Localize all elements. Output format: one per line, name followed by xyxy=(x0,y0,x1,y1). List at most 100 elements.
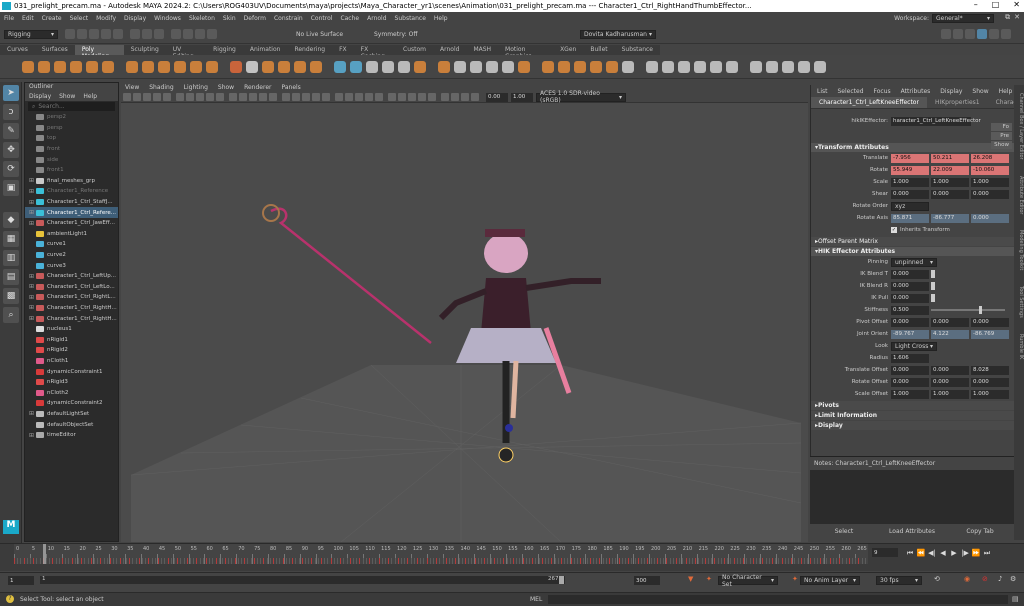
outliner-item[interactable]: ⊞ Character1_Ctrl_LeftLo... xyxy=(25,282,118,293)
menu-help[interactable]: Help xyxy=(434,15,448,22)
shelf-tab-fx[interactable]: FX xyxy=(332,45,354,55)
attr-menu-focus[interactable]: Focus xyxy=(874,88,891,95)
anim-layer-icon[interactable]: ✦ xyxy=(792,575,798,583)
command-input[interactable] xyxy=(548,595,1008,604)
live-surface[interactable]: No Live Surface xyxy=(296,31,343,38)
viewport-tool-icon[interactable] xyxy=(206,93,214,101)
viewport-panel[interactable]: View Shading Lighting Show Renderer Panels 0.… xyxy=(121,82,808,542)
rotate-field-y[interactable]: 22.009 xyxy=(931,165,969,175)
time-slider-ticks[interactable]: 0 5 10 15 20 25 30 35 40 45 50 55 60 65 70 75 80 85 90 95 10… xyxy=(14,544,868,564)
viewport-tool-icon[interactable] xyxy=(239,93,247,101)
shelf-tool-icon[interactable] xyxy=(246,60,258,73)
shelf-tab-xgen[interactable]: XGen xyxy=(553,45,583,55)
menu-skin[interactable]: Skin xyxy=(223,15,236,22)
shelf-tool-icon[interactable] xyxy=(206,60,218,73)
shelf-tool-icon[interactable] xyxy=(502,60,514,73)
ik-pull-slider[interactable] xyxy=(931,294,935,302)
playhead[interactable] xyxy=(43,544,46,564)
rotate-field-z[interactable]: -10.060 xyxy=(971,165,1009,175)
limit-information-section-header[interactable]: ▸ Limit Information xyxy=(811,411,1014,420)
attr-menu-help[interactable]: Help xyxy=(999,88,1013,95)
step-forward-icon[interactable]: |▶ xyxy=(961,549,969,557)
load-attributes-button[interactable]: Load Attributes xyxy=(878,524,946,540)
shelf-tool-icon[interactable] xyxy=(694,60,706,73)
snap-grid-icon[interactable] xyxy=(171,29,181,39)
shelf-tool-icon[interactable] xyxy=(518,60,530,73)
viewport-tool-icon[interactable] xyxy=(451,93,459,101)
shelf-tool-icon[interactable] xyxy=(414,60,426,73)
outliner-item[interactable]: curve2 xyxy=(25,250,118,261)
save-scene-icon[interactable] xyxy=(89,29,99,39)
shelf-tab-uv-editing[interactable]: UV Editing xyxy=(166,45,206,60)
outliner-layout-icon[interactable]: ▤ xyxy=(3,269,19,285)
shelf-tab-custom[interactable]: Custom xyxy=(396,45,433,55)
rotate-axis-field-y[interactable]: -86.777 xyxy=(931,213,969,223)
menu-display[interactable]: Display xyxy=(124,15,146,22)
attr-side-button-fo[interactable]: Fo xyxy=(991,123,1012,131)
ik-blend-r-field[interactable]: 0.000 xyxy=(891,281,929,291)
shelf-tab-animation[interactable]: Animation xyxy=(243,45,288,55)
cache-icon[interactable]: ◉ xyxy=(964,575,970,583)
display-section-header[interactable]: ▸ Display xyxy=(811,421,1014,430)
shelf-tool-icon[interactable] xyxy=(558,60,570,73)
menu-create[interactable]: Create xyxy=(42,15,62,22)
shelf-tool-icon[interactable] xyxy=(174,60,186,73)
two-panel-layout-icon[interactable]: ▥ xyxy=(3,250,19,266)
expand-icon[interactable]: ⊞ xyxy=(29,294,36,301)
menu-edit[interactable]: Edit xyxy=(22,15,34,22)
four-view-layout-icon[interactable]: ▦ xyxy=(3,231,19,247)
viewport-tool-icon[interactable] xyxy=(355,93,363,101)
copy-tab-button[interactable]: Copy Tab xyxy=(946,524,1014,540)
minimize-icon[interactable]: – xyxy=(974,0,978,9)
viewport-tool-icon[interactable] xyxy=(229,93,237,101)
look-combo[interactable]: Light Cross ▾ xyxy=(891,341,937,351)
radius-field[interactable]: 1.606 xyxy=(891,353,929,363)
gamma-field[interactable]: 1.00 xyxy=(511,92,533,102)
rotate-offset-field-x[interactable]: 0.000 xyxy=(891,377,929,387)
exposure-field[interactable]: 0.00 xyxy=(486,92,508,102)
shelf-tool-icon[interactable] xyxy=(262,60,274,73)
outliner-item[interactable]: curve1 xyxy=(25,239,118,250)
joint-orient-field-x[interactable]: -89.767 xyxy=(891,329,929,339)
step-forward-key-icon[interactable]: ⏩ xyxy=(972,549,981,557)
snap-curve-icon[interactable] xyxy=(183,29,193,39)
viewport-tool-icon[interactable] xyxy=(335,93,343,101)
user-account[interactable]: Dovita Kadharusman ▾ xyxy=(580,30,656,39)
viewport-menu-lighting[interactable]: Lighting xyxy=(184,84,208,91)
shelf-tab-substance[interactable]: Substance xyxy=(615,45,660,55)
attr-menu-display[interactable]: Display xyxy=(940,88,962,95)
shelf-tool-icon[interactable] xyxy=(158,60,170,73)
menu-deform[interactable]: Deform xyxy=(244,15,266,22)
colorspace-combo[interactable]: ACES 1.0 SDR-video (sRGB) ▾ xyxy=(536,90,626,104)
expand-icon[interactable]: ⊞ xyxy=(29,410,36,417)
outliner-item[interactable]: nRigid3 xyxy=(25,377,118,388)
side-tab-attribute-editor[interactable]: Attribute Editor xyxy=(1014,176,1024,214)
select-component-icon[interactable] xyxy=(154,29,164,39)
outliner-item[interactable]: dynamicConstraint1 xyxy=(25,366,118,377)
shelf-tool-icon[interactable] xyxy=(814,60,826,73)
outliner-item[interactable]: nCloth1 xyxy=(25,356,118,367)
pivot-offset-field-y[interactable]: 0.000 xyxy=(931,317,969,327)
notes-panel[interactable]: Notes: Character1_Ctrl_LeftKneeEffector xyxy=(810,456,1014,524)
shelf-tab-poly-modeling[interactable]: Poly Modeling xyxy=(74,45,124,60)
viewport-tool-icon[interactable] xyxy=(196,93,204,101)
graph-layout-icon[interactable]: ▩ xyxy=(3,288,19,304)
restore-icon[interactable]: ⧉ xyxy=(1005,13,1010,22)
outliner-item[interactable]: ⊞ Character1_Ctrl_RightH... xyxy=(25,303,118,314)
auto-key-icon[interactable]: ▼ xyxy=(688,575,693,583)
viewport-menu-shading[interactable]: Shading xyxy=(149,84,173,91)
outliner-menu-help[interactable]: Help xyxy=(83,93,97,100)
shelf-tool-icon[interactable] xyxy=(86,60,98,73)
step-back-key-icon[interactable]: ⏪ xyxy=(917,549,926,557)
fps-combo[interactable]: 30 fps ▾ xyxy=(876,576,922,585)
viewport-tool-icon[interactable] xyxy=(312,93,320,101)
help-icon[interactable]: ? xyxy=(6,595,14,603)
attr-side-button-pre[interactable]: Pre xyxy=(991,132,1012,140)
scale-offset-field-x[interactable]: 1.000 xyxy=(891,389,929,399)
outliner-item[interactable]: ⊞ Character1_Ctrl_RightH... xyxy=(25,313,118,324)
side-tab-modeling-toolkit[interactable]: Modeling Toolkit xyxy=(1014,230,1024,270)
side-tab-rumble-ik[interactable]: Rumble IK xyxy=(1014,334,1024,359)
shelf-tool-icon[interactable] xyxy=(486,60,498,73)
viewport-menu-renderer[interactable]: Renderer xyxy=(244,84,271,91)
inherits-checkbox[interactable]: ✓ xyxy=(891,227,897,233)
